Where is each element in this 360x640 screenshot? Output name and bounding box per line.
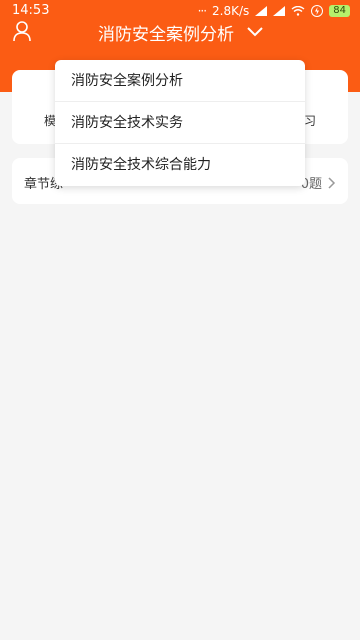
- status-right: ··· 2.8K/s 84: [198, 3, 350, 19]
- battery-indicator: 84: [329, 5, 350, 17]
- wifi-icon: [291, 6, 305, 16]
- more-dots-icon: ···: [197, 4, 208, 18]
- chapter-practice-count: 0题: [301, 173, 336, 192]
- charging-icon: [311, 5, 324, 17]
- dropdown-item-technical-practice[interactable]: 消防安全技术实务: [55, 102, 305, 144]
- status-bar: 14:53 ··· 2.8K/s 84: [0, 0, 360, 22]
- network-speed: 2.8K/s: [212, 4, 250, 18]
- signal-icon: [255, 6, 268, 16]
- title-bar: 消防安全案例分析: [0, 20, 360, 45]
- dropdown-item-comprehensive-ability[interactable]: 消防安全技术综合能力: [55, 144, 305, 186]
- status-time: 14:53: [12, 3, 50, 18]
- chevron-down-icon[interactable]: [246, 24, 264, 38]
- subject-dropdown: 消防安全案例分析 消防安全技术实务 消防安全技术综合能力: [55, 60, 305, 186]
- page-title[interactable]: 消防安全案例分析: [98, 20, 234, 45]
- user-icon[interactable]: [12, 20, 32, 42]
- dropdown-item-case-analysis[interactable]: 消防安全案例分析: [55, 60, 305, 102]
- signal-icon-2: [273, 6, 286, 16]
- chevron-right-icon: [328, 176, 336, 189]
- card-right-label[interactable]: 习: [304, 112, 316, 129]
